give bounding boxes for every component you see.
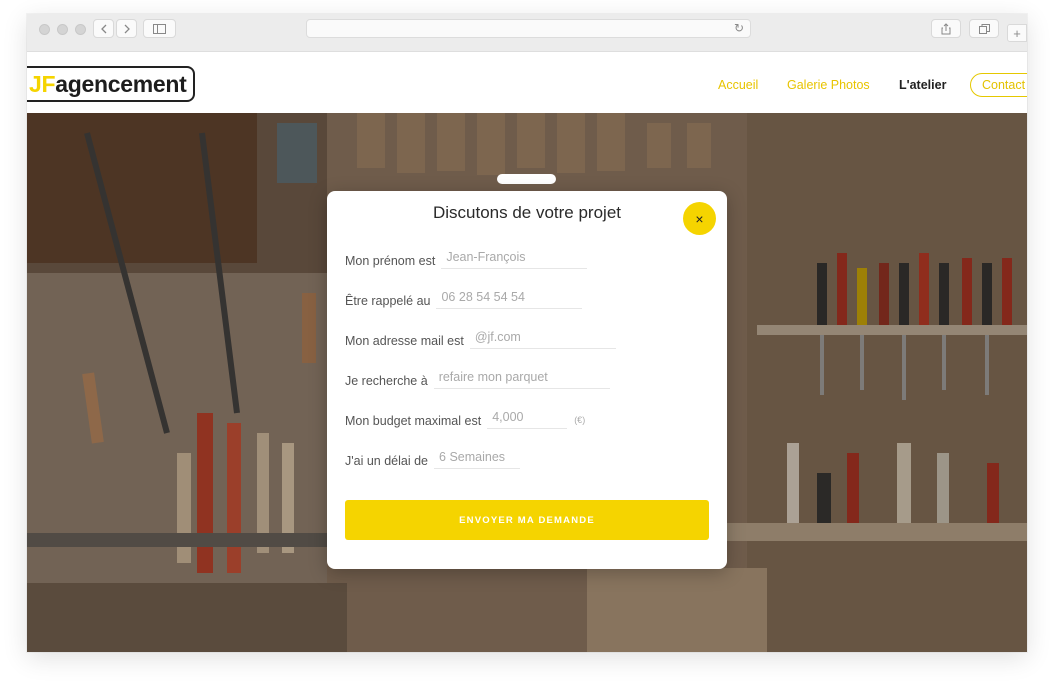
site-header: JF agencement Accueil Galerie Photos L'at…: [27, 52, 1027, 113]
budget-unit: (€): [574, 415, 586, 425]
prenom-label: Mon prénom est: [345, 254, 436, 268]
recherche-input[interactable]: [433, 365, 610, 389]
recherche-label: Je recherche à: [345, 374, 428, 388]
form-row-budget: Mon budget maximal est (€): [345, 405, 585, 429]
new-tab-button[interactable]: +: [1007, 24, 1027, 42]
delai-label: J'ai un délai de: [345, 454, 429, 468]
logo-suffix: agencement: [55, 70, 187, 97]
nav-link-accueil[interactable]: Accueil: [718, 78, 758, 92]
plus-icon: +: [1013, 25, 1021, 41]
close-modal-button[interactable]: ×: [683, 202, 716, 235]
tabs-icon: [978, 23, 990, 34]
submit-request-button[interactable]: ENVOYER MA DEMANDE: [345, 500, 709, 540]
budget-input[interactable]: [487, 405, 568, 429]
close-icon: ×: [695, 210, 704, 227]
chevron-left-icon: [100, 24, 106, 33]
forward-button[interactable]: [116, 19, 137, 38]
email-label: Mon adresse mail est: [345, 334, 464, 348]
logo-prefix: JF: [29, 70, 56, 97]
browser-toolbar: ↻ +: [27, 14, 1027, 52]
sidebar-icon: [153, 23, 166, 34]
prenom-input[interactable]: [441, 245, 588, 269]
contact-button[interactable]: Contact: [970, 73, 1027, 97]
form-row-recherche: Je recherche à: [345, 365, 610, 389]
contact-modal: Discutons de votre projet × Mon prénom e…: [327, 191, 727, 569]
form-row-telephone: Être rappelé au: [345, 285, 583, 309]
email-input[interactable]: [469, 325, 616, 349]
delai-input[interactable]: [434, 445, 521, 469]
modal-title: Discutons de votre projet: [432, 203, 622, 222]
form-row-delai: J'ai un délai de: [345, 445, 521, 469]
reload-icon[interactable]: ↻: [734, 21, 744, 35]
nav-link-galerie-photos[interactable]: Galerie Photos: [787, 78, 870, 92]
modal-drag-handle[interactable]: [497, 174, 556, 184]
nav-link-atelier[interactable]: L'atelier: [899, 78, 946, 92]
zoom-window-dot[interactable]: [75, 24, 86, 35]
back-button[interactable]: [93, 19, 114, 38]
close-window-dot[interactable]: [39, 24, 50, 35]
form-row-prenom: Mon prénom est: [345, 245, 588, 269]
share-button[interactable]: [931, 19, 961, 38]
chevron-right-icon: [124, 24, 130, 33]
form-row-email: Mon adresse mail est: [345, 325, 616, 349]
telephone-input[interactable]: [436, 285, 583, 309]
address-bar[interactable]: ↻: [306, 19, 751, 38]
share-icon: [941, 22, 951, 34]
sidebar-button[interactable]: [143, 19, 176, 38]
budget-label: Mon budget maximal est: [345, 414, 482, 428]
hero-background: Discutons de votre projet × Mon prénom e…: [27, 113, 1027, 652]
tabs-button[interactable]: [969, 19, 999, 38]
browser-window: ↻ + JF agencement Accueil Galerie Photos …: [27, 14, 1027, 652]
telephone-label: Être rappelé au: [345, 294, 431, 308]
site-logo[interactable]: JF agencement: [27, 66, 196, 102]
minimize-window-dot[interactable]: [57, 24, 68, 35]
